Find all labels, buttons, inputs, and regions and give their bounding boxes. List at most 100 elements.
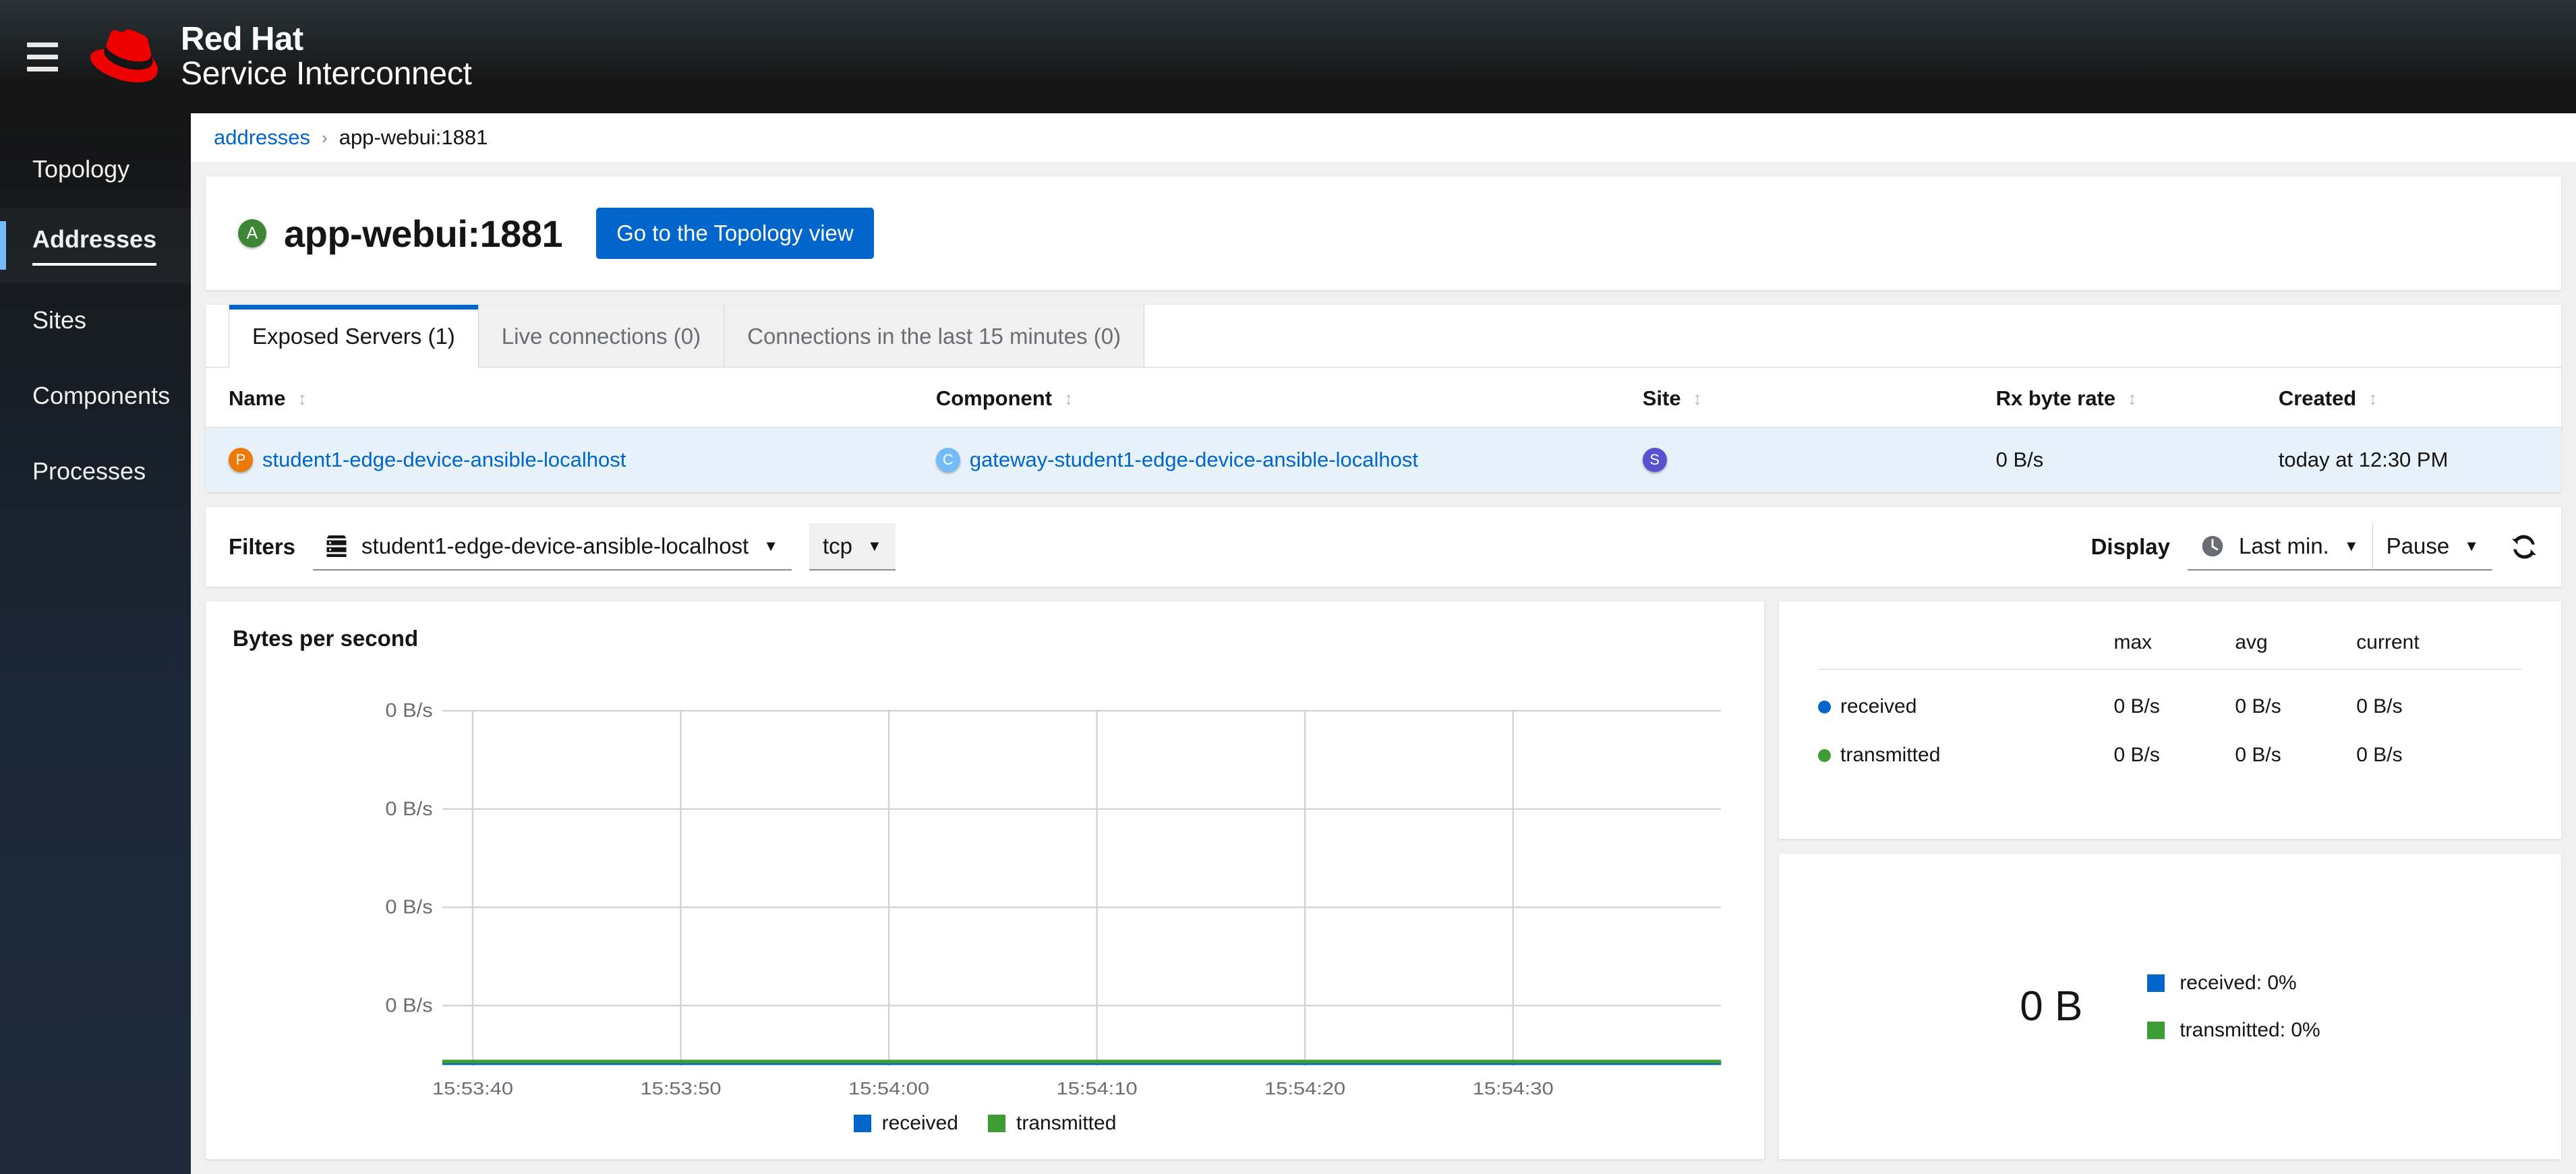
sidebar-item-addresses[interactable]: Addresses	[0, 208, 191, 283]
chart-plot: 0 B/s 0 B/s 0 B/s 0 B/s	[233, 673, 1737, 1066]
column-header-site: Site ↕	[1642, 368, 1996, 428]
process-filter-value: student1-edge-device-ansible-localhost	[361, 533, 749, 558]
horizontal-gridlines	[442, 709, 1722, 1007]
donut-inner: 0 B received: 0% transmitted: 0%	[2020, 972, 2320, 1042]
table-body: P student1-edge-device-ansible-localhost…	[206, 427, 2561, 493]
column-label: Rx byte rate	[1995, 386, 2116, 410]
sort-arrows-icon[interactable]: ↕	[1693, 389, 1703, 408]
vertical-gridlines	[471, 711, 1514, 1066]
breadcrumb: addresses › app-webui:1881	[191, 113, 2576, 162]
x-tick-label: 15:54:10	[1057, 1079, 1138, 1098]
time-range-select[interactable]: Last min. ▼	[2187, 523, 2372, 570]
main-content: addresses › app-webui:1881 A app-webui:1…	[191, 113, 2576, 1174]
donut-legend-label: received: 0%	[2179, 971, 2297, 994]
chevron-down-icon: ▼	[2343, 537, 2359, 554]
sort-arrows-icon[interactable]: ↕	[2128, 389, 2137, 408]
chevron-down-icon: ▼	[867, 537, 882, 554]
go-to-topology-button[interactable]: Go to the Topology view	[596, 208, 874, 259]
sidebar-item-components[interactable]: Components	[0, 359, 191, 434]
donut-legend-item-received[interactable]: received: 0%	[2147, 972, 2320, 995]
legend-swatch-icon	[853, 1115, 871, 1132]
time-range-value: Last min.	[2238, 533, 2329, 558]
stats-row-received: received 0 B/s 0 B/s 0 B/s	[1818, 670, 2522, 719]
stats-series-label: transmitted	[1840, 744, 1941, 766]
x-tick-label: 15:54:20	[1264, 1079, 1345, 1098]
column-header-name: Name ↕	[206, 368, 936, 428]
y-tick-label: 0 B/s	[385, 700, 432, 722]
tab-live-connections[interactable]: Live connections (0)	[478, 305, 725, 367]
sidebar-item-topology[interactable]: Topology	[0, 132, 191, 208]
brand: Red Hat Service Interconnect	[89, 22, 472, 92]
protocol-filter-select[interactable]: tcp ▼	[809, 523, 896, 570]
chart-title: Bytes per second	[233, 626, 419, 651]
cell-component: C gateway-student1-edge-device-ansible-l…	[935, 428, 1643, 493]
stats-name-cell: transmitted	[1818, 718, 2113, 767]
donut-legend: received: 0% transmitted: 0%	[2147, 972, 2320, 1042]
legend-item-transmitted[interactable]: transmitted	[988, 1112, 1116, 1135]
brand-line-2: Service Interconnect	[181, 55, 472, 92]
donut-legend-item-transmitted[interactable]: transmitted: 0%	[2147, 1019, 2320, 1042]
stats-head: max avg current	[1818, 631, 2522, 670]
sort-arrows-icon[interactable]: ↕	[1064, 389, 1074, 408]
hamburger-icon[interactable]	[23, 37, 62, 76]
y-tick-label: 0 B/s	[385, 995, 432, 1016]
stats-header-row: max avg current	[1818, 631, 2522, 670]
x-tick-label: 15:53:50	[641, 1079, 722, 1098]
exposed-servers-table: Name ↕ Component ↕ Site ↕ Rx byte rate ↕…	[206, 368, 2561, 492]
stats-avg: 0 B/s	[2235, 744, 2281, 766]
display-group: Display Last min. ▼ Pause ▼	[2091, 523, 2538, 570]
sidebar-item-sites[interactable]: Sites	[0, 283, 191, 359]
x-tick-label: 15:53:40	[432, 1079, 513, 1098]
column-header-created: Created ↕	[2278, 368, 2561, 428]
stats-name-cell: received	[1818, 670, 2113, 719]
tab-exposed-servers[interactable]: Exposed Servers (1)	[229, 305, 479, 368]
column-label: Name	[229, 386, 286, 410]
sort-arrows-icon[interactable]: ↕	[2368, 389, 2378, 408]
chart-legend: received transmitted	[233, 1112, 1737, 1135]
charts-row: Bytes per second 0 B/s 0 B/s 0 B/s 0 B/s	[206, 601, 2561, 1174]
cell-name: P student1-edge-device-ansible-localhost	[206, 428, 936, 493]
sidebar-item-processes[interactable]: Processes	[0, 434, 191, 510]
breadcrumb-link-addresses[interactable]: addresses	[214, 125, 310, 150]
stats-summary-card: max avg current received 0 B/s 0 B/s 0 B…	[1779, 601, 2561, 839]
table-head: Name ↕ Component ↕ Site ↕ Rx byte rate ↕…	[206, 368, 2561, 428]
x-tick-label: 15:54:00	[848, 1079, 929, 1098]
stats-row-transmitted: transmitted 0 B/s 0 B/s 0 B/s	[1818, 718, 2522, 767]
stats-body: received 0 B/s 0 B/s 0 B/s transmitted 0…	[1818, 670, 2522, 767]
breadcrumb-current: app-webui:1881	[339, 125, 488, 149]
stats-column-max: max	[2113, 631, 2235, 670]
refresh-icon[interactable]	[2510, 533, 2538, 561]
pause-select[interactable]: Pause ▼	[2372, 523, 2492, 570]
summary-column: max avg current received 0 B/s 0 B/s 0 B…	[1779, 601, 2561, 1159]
component-link[interactable]: gateway-student1-edge-device-ansible-loc…	[970, 448, 1418, 472]
stats-table: max avg current received 0 B/s 0 B/s 0 B…	[1818, 631, 2522, 767]
y-tick-label: 0 B/s	[385, 896, 432, 918]
x-axis-labels: 15:53:40 15:53:50 15:54:00 15:54:10 15:5…	[432, 1079, 1554, 1098]
sort-arrows-icon[interactable]: ↕	[297, 389, 307, 408]
stats-column-avg: avg	[2235, 631, 2357, 670]
filters-group: Filters student1-edge-device-ansible-loc…	[229, 523, 896, 570]
brand-line-1: Red Hat	[181, 20, 303, 57]
process-link[interactable]: student1-edge-device-ansible-localhost	[262, 448, 626, 472]
total-bytes-value: 0 B	[2020, 983, 2083, 1030]
legend-item-received[interactable]: received	[853, 1112, 958, 1135]
process-badge-icon: P	[229, 448, 253, 472]
stats-max: 0 B/s	[2113, 744, 2160, 766]
tab-list: Exposed Servers (1) Live connections (0)…	[206, 305, 2561, 368]
display-select-group: Last min. ▼ Pause ▼	[2187, 523, 2492, 570]
column-label: Site	[1642, 386, 1681, 410]
sidebar: Topology Addresses Sites Components Proc…	[0, 113, 191, 1174]
table-row[interactable]: P student1-edge-device-ansible-localhost…	[206, 427, 2561, 493]
tab-connections-last-15-minutes[interactable]: Connections in the last 15 minutes (0)	[724, 305, 1145, 367]
page-body: A app-webui:1881 Go to the Topology view…	[191, 162, 2576, 1174]
clock-icon	[2202, 535, 2223, 557]
cell-site: S	[1642, 428, 1996, 493]
x-tick-label: 15:54:30	[1473, 1079, 1554, 1098]
stats-avg: 0 B/s	[2235, 695, 2281, 717]
stats-series-label: received	[1840, 695, 1917, 717]
traffic-share-card: 0 B received: 0% transmitted: 0%	[1779, 854, 2561, 1159]
red-hat-logo	[90, 29, 158, 83]
process-filter-select[interactable]: student1-edge-device-ansible-localhost ▼	[313, 523, 792, 570]
stats-max: 0 B/s	[2113, 695, 2160, 717]
cell-created: today at 12:30 PM	[2278, 448, 2449, 471]
